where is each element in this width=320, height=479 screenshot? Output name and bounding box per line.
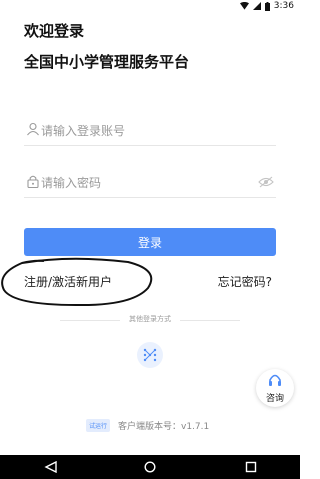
- account-placeholder: 请输入登录账号: [41, 124, 126, 138]
- platform-name: 全国中小学管理服务平台: [24, 53, 190, 71]
- gesture-login-button[interactable]: [137, 342, 163, 368]
- status-bar: 3:36: [0, 0, 300, 14]
- password-placeholder: 请输入密码: [41, 176, 102, 190]
- account-field[interactable]: 请输入登录账号: [24, 116, 276, 146]
- headset-icon: [269, 374, 281, 386]
- other-login-label: 其他登录方式: [129, 315, 171, 323]
- lock-icon: [27, 175, 39, 188]
- system-nav-bar: [0, 455, 300, 479]
- version-text: 客户端版本号：v1.7.1: [118, 422, 210, 432]
- gesture-pattern-icon: [143, 348, 157, 362]
- battery-icon: [264, 1, 270, 11]
- password-field[interactable]: 请输入密码: [24, 168, 276, 198]
- other-login-divider: 其他登录方式: [60, 314, 240, 326]
- eye-hidden-icon[interactable]: [258, 176, 274, 188]
- consult-button[interactable]: 咨询: [256, 369, 294, 407]
- back-icon[interactable]: [44, 461, 58, 473]
- page-title: 欢迎登录: [24, 22, 85, 40]
- login-button[interactable]: 登录: [24, 228, 276, 256]
- consult-label: 咨询: [265, 394, 284, 404]
- home-icon[interactable]: [143, 461, 157, 473]
- status-icons: 3:36: [239, 1, 294, 11]
- recent-apps-icon[interactable]: [244, 461, 258, 473]
- divider-right: [180, 320, 240, 321]
- signal-icon: [252, 2, 261, 10]
- status-time: 3:36: [273, 1, 294, 11]
- register-link[interactable]: 注册/激活新用户: [24, 273, 112, 290]
- version-info: 试运行 客户端版本号：v1.7.1: [86, 419, 209, 432]
- wifi-icon: [239, 2, 249, 10]
- trial-badge: 试运行: [86, 419, 111, 432]
- user-icon: [27, 122, 39, 136]
- forgot-password-link[interactable]: 忘记密码?: [218, 273, 272, 290]
